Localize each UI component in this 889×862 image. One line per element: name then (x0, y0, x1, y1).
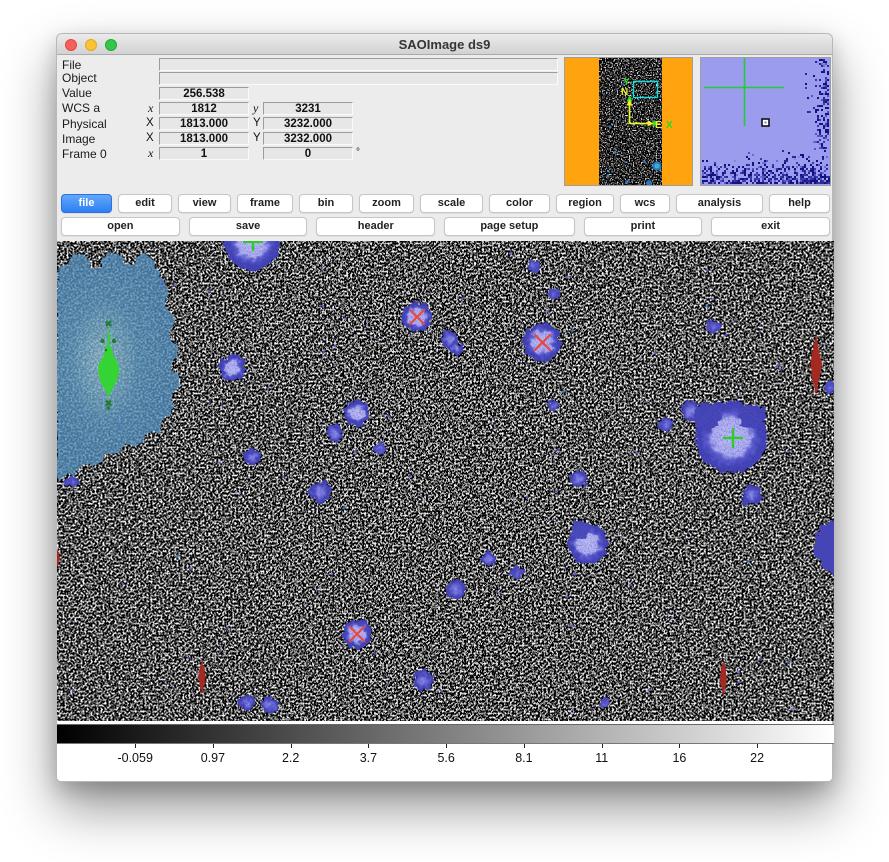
svg-text:X: X (666, 120, 673, 131)
svg-text:N: N (621, 87, 628, 98)
svg-text:E: E (655, 120, 662, 131)
